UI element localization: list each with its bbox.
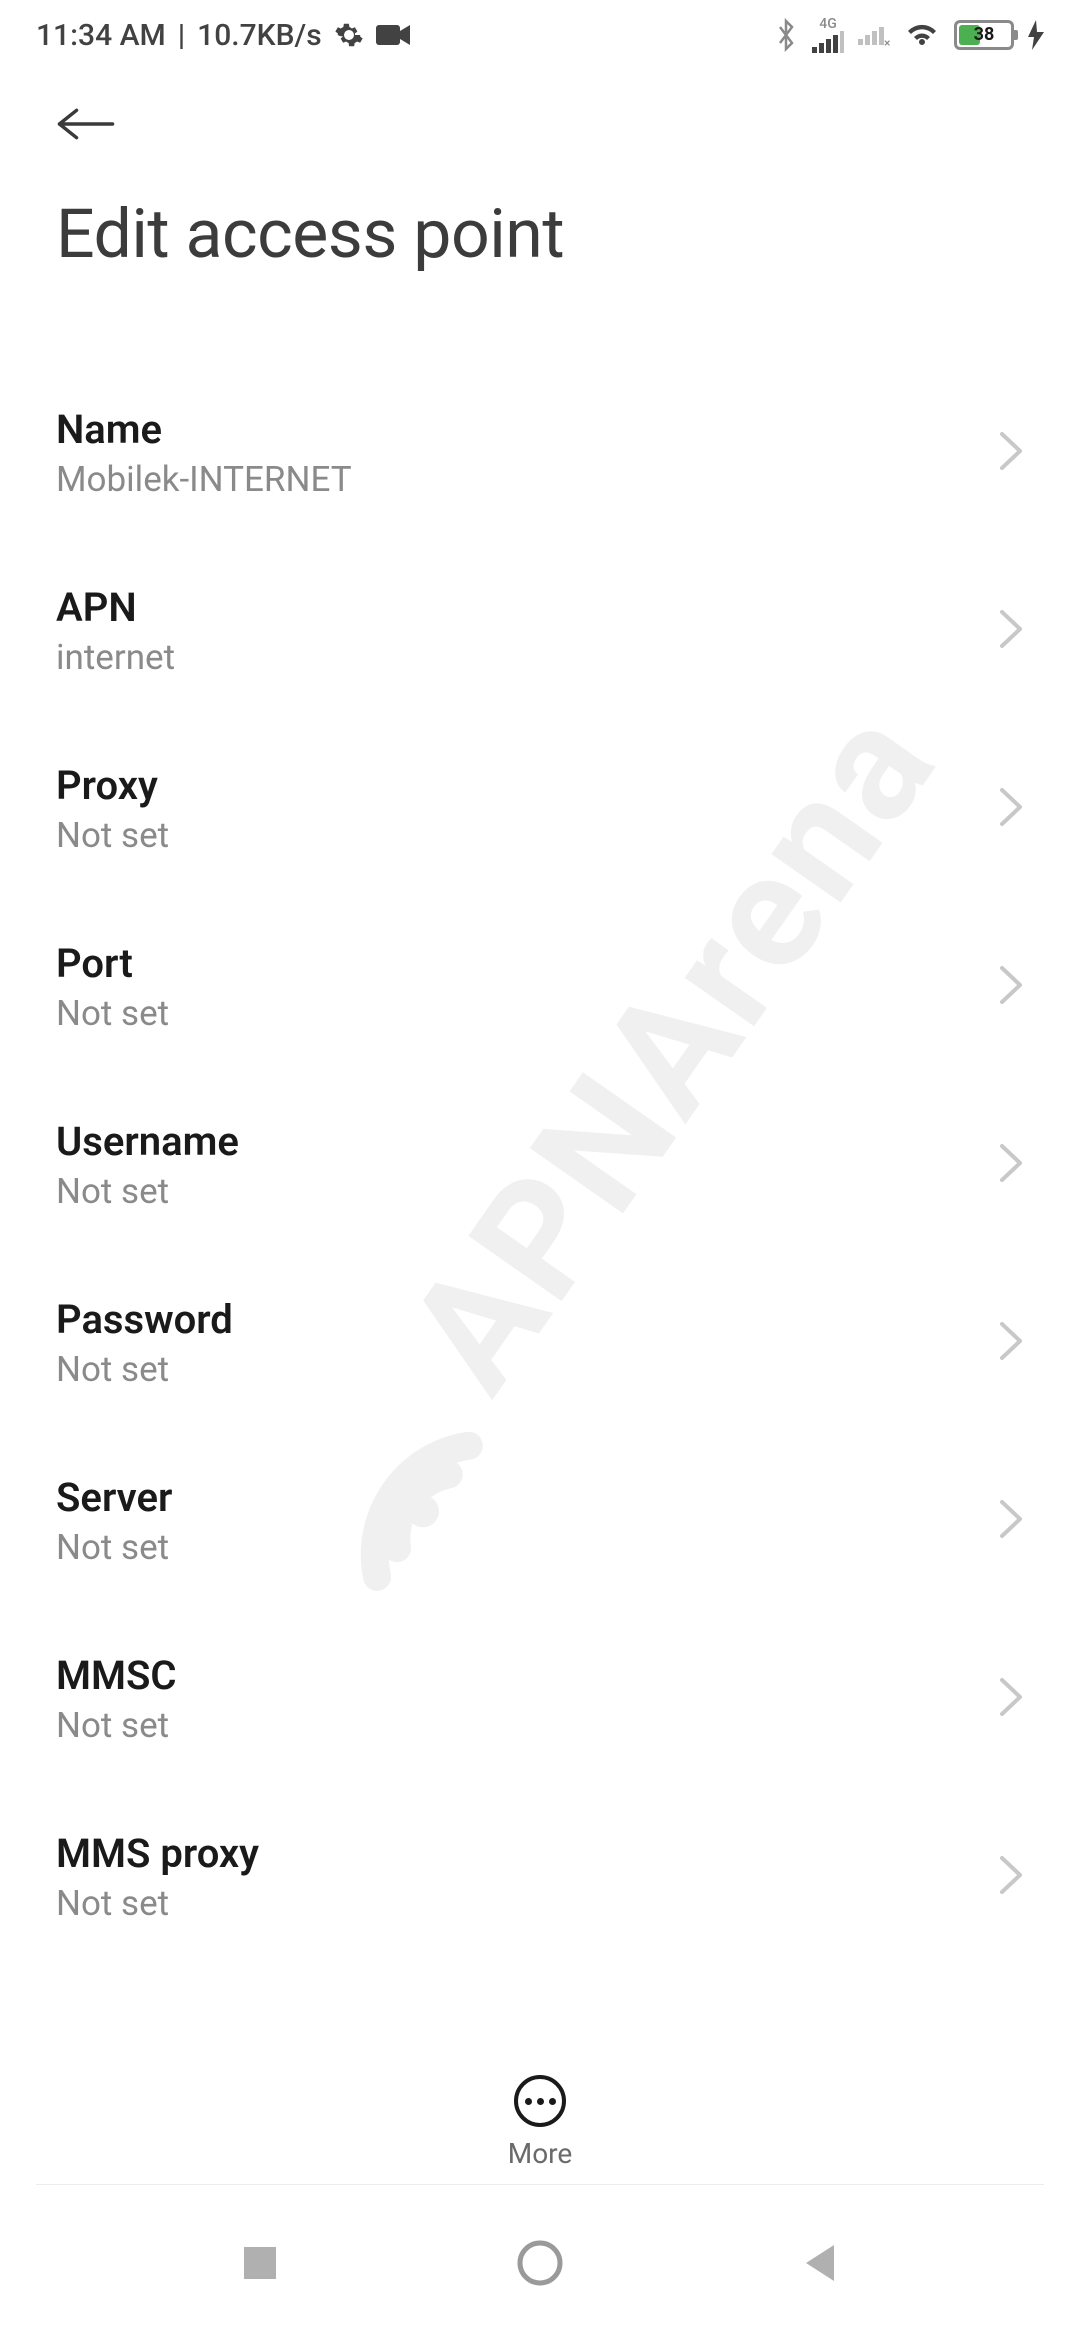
settings-item-name[interactable]: Name Mobilek-INTERNET (56, 364, 1024, 542)
nav-home-button[interactable] (510, 2233, 570, 2293)
more-icon (514, 2075, 566, 2127)
nav-recent-button[interactable] (230, 2233, 290, 2293)
settings-item-mms-proxy[interactable]: MMS proxy Not set (56, 1788, 1024, 1966)
battery-icon: 38 (954, 20, 1014, 50)
chevron-right-icon (998, 964, 1024, 1010)
fade-overlay (0, 1990, 1080, 2060)
settings-item-password[interactable]: Password Not set (56, 1254, 1024, 1432)
more-label: More (508, 2137, 573, 2170)
settings-label: Server (56, 1474, 172, 1521)
status-left: 11:34 AM | 10.7KB/s (36, 18, 410, 53)
nav-back-button[interactable] (790, 2233, 850, 2293)
settings-value: Not set (56, 1171, 239, 1212)
settings-value: Not set (56, 1527, 172, 1568)
svg-text:×: × (884, 36, 890, 47)
status-bar: 11:34 AM | 10.7KB/s 4G × 38 (0, 0, 1080, 70)
chevron-right-icon (998, 1854, 1024, 1900)
settings-item-proxy[interactable]: Proxy Not set (56, 720, 1024, 898)
status-right: 4G × 38 (774, 17, 1044, 53)
settings-item-apn[interactable]: APN internet (56, 542, 1024, 720)
nav-bar (0, 2185, 1080, 2340)
page-title: Edit access point (56, 194, 1024, 274)
back-button[interactable] (56, 94, 116, 154)
settings-value: Not set (56, 1883, 259, 1924)
signal-nosim-icon: × (858, 23, 890, 47)
chevron-right-icon (998, 430, 1024, 476)
settings-label: Username (56, 1118, 239, 1165)
charging-icon (1028, 20, 1044, 50)
settings-label: Proxy (56, 762, 169, 809)
settings-value: Not set (56, 815, 169, 856)
settings-value: Not set (56, 1705, 177, 1746)
settings-label: Password (56, 1296, 233, 1343)
status-separator: | (178, 18, 185, 53)
settings-value: Not set (56, 1349, 233, 1390)
settings-label: APN (56, 584, 175, 631)
chevron-right-icon (998, 786, 1024, 832)
settings-value: Not set (56, 993, 169, 1034)
chevron-right-icon (998, 1498, 1024, 1544)
camera-icon (376, 23, 410, 47)
settings-item-server[interactable]: Server Not set (56, 1432, 1024, 1610)
settings-label: MMS proxy (56, 1830, 259, 1877)
more-action[interactable]: More (0, 2055, 1080, 2170)
bluetooth-icon (774, 18, 798, 52)
status-data-rate: 10.7KB/s (197, 18, 322, 53)
header: Edit access point (0, 70, 1080, 274)
chevron-right-icon (998, 608, 1024, 654)
settings-value: internet (56, 637, 175, 678)
settings-item-port[interactable]: Port Not set (56, 898, 1024, 1076)
settings-item-username[interactable]: Username Not set (56, 1076, 1024, 1254)
chevron-right-icon (998, 1676, 1024, 1722)
gear-icon (334, 20, 364, 50)
settings-label: MMSC (56, 1652, 177, 1699)
status-time: 11:34 AM (36, 18, 166, 53)
settings-list: Name Mobilek-INTERNET APN internet Proxy… (0, 274, 1080, 1966)
chevron-right-icon (998, 1320, 1024, 1366)
signal-4g-icon: 4G (812, 17, 844, 53)
wifi-icon (904, 21, 940, 49)
chevron-right-icon (998, 1142, 1024, 1188)
settings-label: Port (56, 940, 169, 987)
settings-item-mmsc[interactable]: MMSC Not set (56, 1610, 1024, 1788)
settings-value: Mobilek-INTERNET (56, 459, 352, 500)
settings-label: Name (56, 406, 352, 453)
